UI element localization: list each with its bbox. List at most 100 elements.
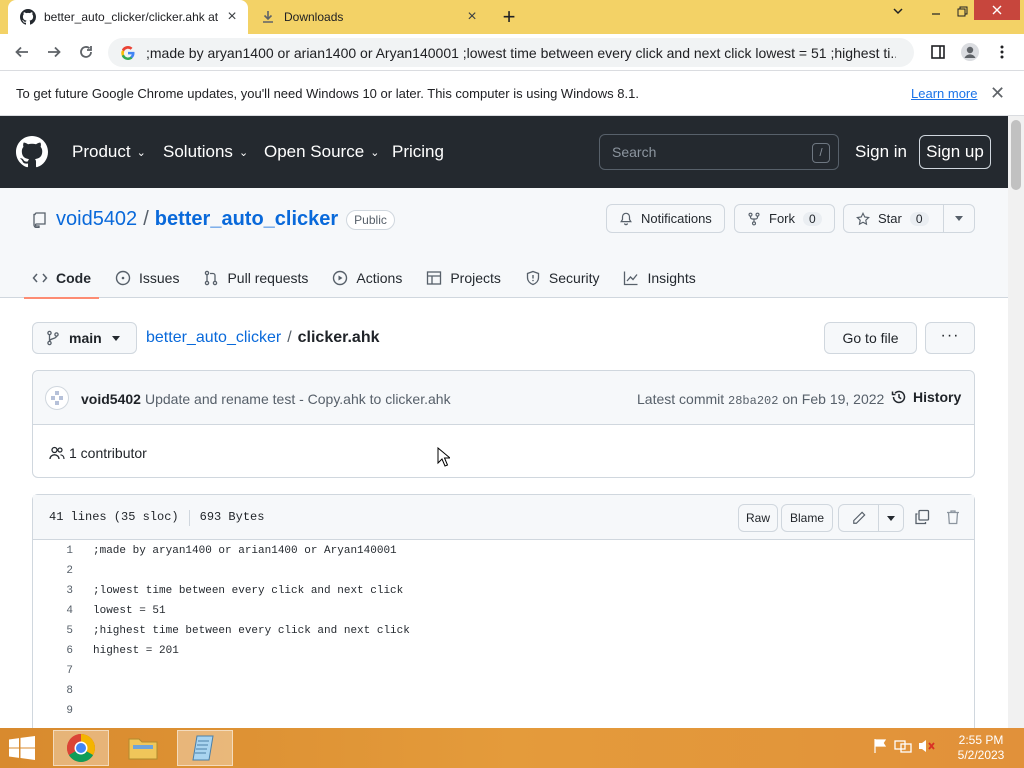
update-infobar: To get future Google Chrome updates, you… <box>0 71 1024 116</box>
nav-open-source[interactable]: Open Source ⌄ <box>264 142 379 162</box>
edit-dropdown-button[interactable] <box>879 505 903 531</box>
reload-button[interactable] <box>74 40 98 64</box>
branch-selector[interactable]: main <box>32 322 137 354</box>
infobar-close-icon[interactable]: ✕ <box>990 83 1005 104</box>
avatar[interactable] <box>45 386 69 410</box>
code-line: 5 ;highest time between every click and n… <box>33 621 974 641</box>
contributors[interactable]: 1 contributor <box>49 445 147 461</box>
commit-date: on Feb 19, 2022 <box>782 391 885 407</box>
side-panel-icon[interactable] <box>926 40 950 64</box>
line-number[interactable]: 6 <box>33 641 73 661</box>
blame-button[interactable]: Blame <box>781 504 833 532</box>
tab-close-icon[interactable]: × <box>464 8 480 25</box>
star-button[interactable]: Star 0 <box>843 204 944 233</box>
search-placeholder: Search <box>612 144 657 160</box>
line-number[interactable]: 3 <box>33 581 73 601</box>
line-code: lowest = 51 <box>93 605 166 617</box>
new-tab-button[interactable]: + <box>498 6 520 29</box>
learn-more-link[interactable]: Learn more <box>911 86 977 101</box>
line-number[interactable]: 7 <box>33 661 73 681</box>
taskbar-clock[interactable]: 2:55 PM 5/2/2023 <box>950 733 1012 763</box>
tab-search-chevron-icon[interactable] <box>882 0 914 22</box>
tab-label: Projects <box>450 270 501 286</box>
code-line: 3 ;lowest time between every click and ne… <box>33 581 974 601</box>
flag-icon[interactable] <box>872 738 888 754</box>
back-button[interactable] <box>10 40 34 64</box>
line-number[interactable]: 2 <box>33 561 73 581</box>
chevron-down-icon: ⌄ <box>370 146 380 159</box>
commit-hash-link[interactable]: 28ba202 <box>728 394 778 408</box>
sign-up-button[interactable]: Sign up <box>919 135 991 169</box>
tab-label: Insights <box>647 270 696 286</box>
history-link[interactable]: History <box>891 389 961 405</box>
line-number[interactable]: 4 <box>33 601 73 621</box>
copy-raw-button[interactable] <box>910 505 934 529</box>
repo-name-link[interactable]: better_auto_clicker <box>155 208 338 231</box>
breadcrumb-repo-link[interactable]: better_auto_clicker <box>146 329 281 347</box>
line-number[interactable]: 8 <box>33 681 73 701</box>
taskbar-chrome[interactable] <box>53 730 109 766</box>
network-icon[interactable] <box>894 738 912 754</box>
line-number[interactable]: 9 <box>33 701 73 721</box>
tab-insights[interactable]: Insights <box>623 258 696 298</box>
tab-label: Actions <box>356 270 403 286</box>
line-number[interactable]: 5 <box>33 621 73 641</box>
pull-request-icon <box>205 270 218 286</box>
star-count: 0 <box>909 211 929 226</box>
browser-toolbar: ;made by aryan1400 or arian1400 or Aryan… <box>0 34 1024 71</box>
more-options-button[interactable]: ··· <box>925 322 975 354</box>
repo-owner-link[interactable]: void5402 <box>56 208 137 231</box>
profile-avatar-icon[interactable] <box>958 40 982 64</box>
file-size: 693 Bytes <box>199 510 265 524</box>
chrome-menu-icon[interactable] <box>990 40 1014 64</box>
commit-message-link[interactable]: Update and rename test - Copy.ahk to cli… <box>145 391 451 407</box>
go-to-file-button[interactable]: Go to file <box>824 322 917 354</box>
star-dropdown-button[interactable] <box>943 204 975 233</box>
mouse-cursor-icon <box>437 447 450 467</box>
tab-actions[interactable]: Actions <box>332 258 402 298</box>
tab-projects[interactable]: Projects <box>426 258 501 298</box>
commit-author-link[interactable]: void5402 <box>81 391 141 407</box>
tab-code[interactable]: Code <box>24 258 99 299</box>
github-logo-icon[interactable] <box>16 136 48 168</box>
raw-button[interactable]: Raw <box>738 504 778 532</box>
address-bar[interactable]: ;made by aryan1400 or arian1400 or Aryan… <box>108 38 914 67</box>
clock-time: 2:55 PM <box>958 733 1004 747</box>
tab-close-icon[interactable]: × <box>224 8 240 25</box>
infobar-message: To get future Google Chrome updates, you… <box>16 86 639 101</box>
delete-file-button[interactable] <box>941 505 965 529</box>
forward-button[interactable] <box>42 40 66 64</box>
tab-label: Pull requests <box>227 270 309 286</box>
tab-security[interactable]: Security <box>525 258 599 298</box>
sign-in-link[interactable]: Sign in <box>855 142 907 162</box>
fork-button[interactable]: Fork 0 <box>734 204 835 233</box>
taskbar-notepad[interactable] <box>177 730 233 766</box>
code-line: 1 ;made by aryan1400 or arian1400 or Arya… <box>33 541 974 561</box>
browser-tab-strip: better_auto_clicker/clicker.ahk at × Dow… <box>0 0 1024 34</box>
line-number[interactable]: 1 <box>33 541 73 561</box>
nav-product[interactable]: Product ⌄ <box>72 142 146 162</box>
repo-tabs: Code Issues Pull requests Actions Projec… <box>24 258 720 299</box>
file-viewer: 41 lines (35 sloc) 693 Bytes Raw Blame 1… <box>32 494 975 754</box>
tab-title: better_auto_clicker/clicker.ahk at <box>44 10 219 24</box>
window-close-button[interactable] <box>974 0 1020 20</box>
taskbar-file-explorer[interactable] <box>115 730 171 766</box>
notifications-button[interactable]: Notifications <box>606 204 725 233</box>
download-icon <box>263 11 273 23</box>
edit-button[interactable] <box>839 505 879 531</box>
issue-opened-icon <box>115 270 131 286</box>
page-scrollbar[interactable] <box>1008 116 1024 728</box>
tab-issues[interactable]: Issues <box>115 258 179 298</box>
code-line: 7 <box>33 661 974 681</box>
tab-pull-requests[interactable]: Pull requests <box>203 258 308 298</box>
tab-downloads[interactable]: Downloads × <box>250 0 488 34</box>
pencil-icon <box>852 511 865 524</box>
volume-muted-icon[interactable] <box>918 738 936 754</box>
star-icon <box>856 211 870 225</box>
nav-solutions[interactable]: Solutions ⌄ <box>163 142 248 162</box>
tab-clicker-ahk[interactable]: better_auto_clicker/clicker.ahk at × <box>8 0 248 34</box>
search-input[interactable]: Search / <box>599 134 839 170</box>
nav-pricing[interactable]: Pricing <box>392 142 444 162</box>
windows-start-icon[interactable] <box>8 736 36 760</box>
scrollbar-thumb[interactable] <box>1011 120 1021 190</box>
